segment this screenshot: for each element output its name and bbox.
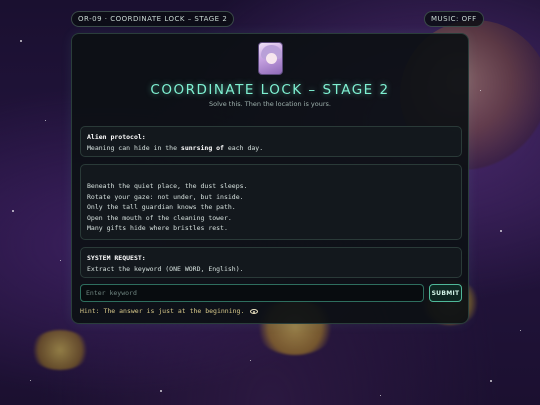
answer-form: SUBMIT: [80, 284, 462, 302]
system-request-text: Extract the keyword (ONE WORD, English).: [87, 264, 244, 273]
riddle-line: Rotate your gaze: not under, but inside.: [87, 192, 244, 201]
page-subtitle: Solve this. Then the location is yours.: [208, 100, 331, 108]
hint-row: Hint: The answer is just at the beginnin…: [80, 307, 259, 315]
glow-orb: [30, 330, 90, 370]
keyword-input[interactable]: [80, 284, 424, 302]
riddle-box: Beneath the quiet place, the dust sleeps…: [80, 164, 462, 240]
riddle-line: Many gifts hide where bristles rest.: [87, 224, 228, 232]
system-request-label: SYSTEM REQUEST:: [87, 254, 146, 262]
puzzle-panel: COORDINATE LOCK – STAGE 2 Solve this. Th…: [71, 33, 469, 324]
riddle-line: Open the mouth of the cleaning tower.: [87, 213, 232, 222]
protocol-text-after: each day.: [223, 143, 264, 152]
level-code-badge: OR-09 · COORDINATE LOCK – STAGE 2: [71, 11, 235, 27]
music-toggle-button[interactable]: MUSIC: OFF: [424, 11, 484, 27]
page-title: COORDINATE LOCK – STAGE 2: [150, 82, 390, 98]
hint-text: Hint: The answer is just at the beginnin…: [80, 307, 245, 315]
alien-protocol-label: Alien protocol:: [87, 133, 146, 141]
system-request-box: SYSTEM REQUEST: Extract the keyword (ONE…: [80, 247, 462, 278]
submit-button[interactable]: SUBMIT: [429, 284, 462, 302]
alien-protocol-box: Alien protocol: Meaning can hide in the …: [80, 126, 462, 157]
protocol-text-before: Meaning can hide in the: [87, 143, 181, 152]
protocol-emphasis: sunrsing of: [180, 143, 224, 152]
character-avatar: [258, 42, 283, 75]
riddle-line: Beneath the quiet place, the dust sleeps…: [87, 182, 248, 190]
eye-icon[interactable]: [250, 308, 259, 314]
riddle-line: Only the tall guardian knows the path.: [87, 203, 236, 211]
